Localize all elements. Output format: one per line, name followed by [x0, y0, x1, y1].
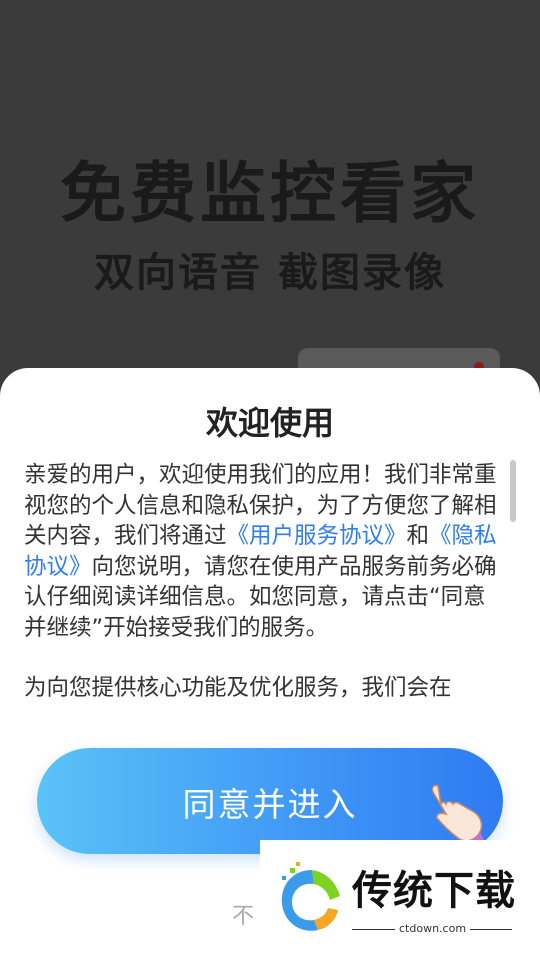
user-agreement-link[interactable]: 《用户服务协议》	[227, 523, 407, 549]
scrollbar[interactable]	[510, 460, 516, 522]
services-paragraph: 为向您提供核心功能及优化服务，我们会在	[24, 675, 452, 701]
decline-button[interactable]: 不	[232, 898, 254, 930]
paragraph-and: 和	[406, 523, 430, 549]
dialog-title: 欢迎使用	[205, 404, 334, 442]
watermark-overlay: 传统下载 ctdown.com	[260, 840, 540, 960]
dialog-scroll-content[interactable]: 亲爱的用户，欢迎使用我们的应用！我们非常重视您的个人信息和隐私保护，为了方便您了…	[24, 460, 504, 722]
paragraph-text-cont: 向您说明，请您在使用产品服务前务必确认仔细阅读详细信息。如您同意，请点击“同意并…	[24, 553, 497, 641]
agreement-paragraph: 亲爱的用户，欢迎使用我们的应用！我们非常重视您的个人信息和隐私保护，为了方便您了…	[24, 460, 504, 643]
watermark-url: ctdown.com	[395, 922, 471, 935]
splash-subheadline: 双向语音 截图录像	[94, 250, 446, 296]
ctdown-logo-icon	[281, 862, 340, 931]
splash-headline: 免费监控看家	[60, 155, 480, 232]
watermark-name: 传统下载	[352, 868, 516, 914]
